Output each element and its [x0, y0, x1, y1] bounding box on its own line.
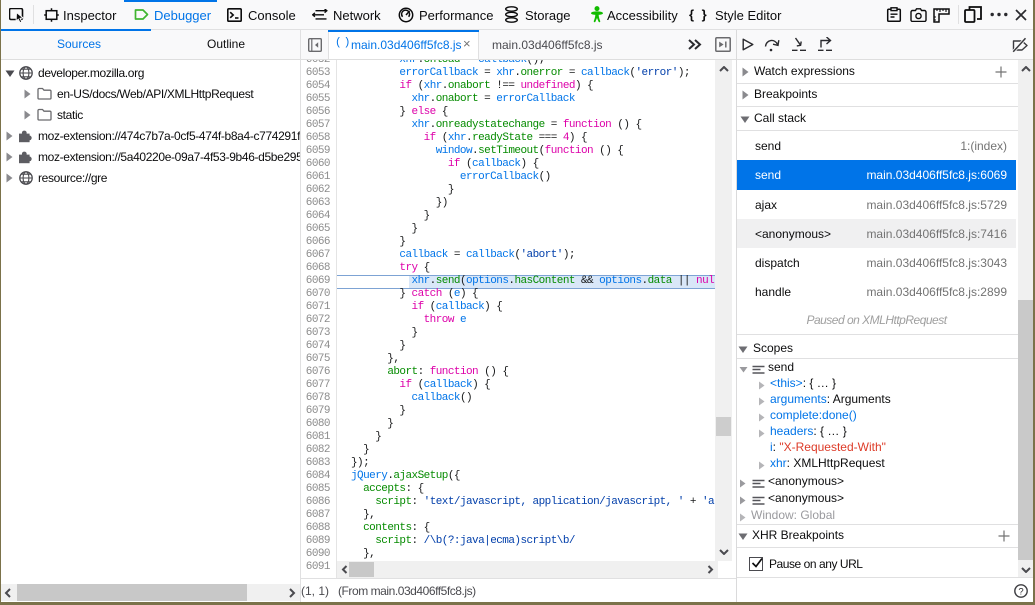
svg-text:?: ?: [1018, 586, 1023, 597]
